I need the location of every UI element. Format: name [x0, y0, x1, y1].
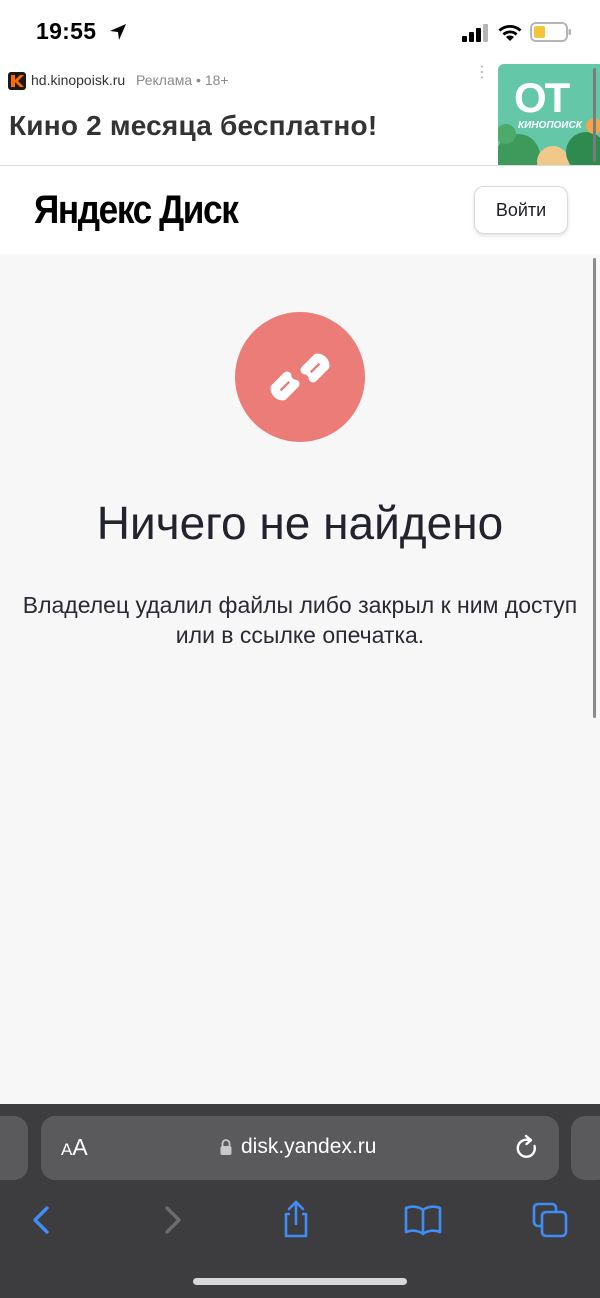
status-time: 19:55: [36, 18, 97, 44]
text-size-small-glyph: A: [61, 1140, 73, 1159]
lock-icon: [220, 1139, 232, 1155]
ad-domain: hd.kinopoisk.ru: [31, 72, 126, 88]
yandex-disk-logo[interactable]: Яндекс Диск: [34, 188, 239, 233]
status-bar: 19:55: [0, 0, 600, 64]
text-size-big-glyph: A: [72, 1134, 88, 1160]
error-description: Владелец удалил файлы либо закрыл к ним …: [22, 592, 578, 648]
tabs-icon[interactable]: [530, 1200, 570, 1240]
error-illustration: [235, 312, 365, 442]
ad-scrollbar: [593, 68, 596, 162]
battery-low-icon: [530, 22, 571, 42]
cellular-signal-icon: [462, 24, 488, 42]
bookmarks-icon[interactable]: [403, 1200, 443, 1240]
kinopoisk-favicon: [8, 72, 26, 90]
site-header: Яндекс Диск Войти: [0, 166, 600, 254]
share-icon[interactable]: [276, 1200, 316, 1240]
address-bar[interactable]: AA disk.yandex.ru: [41, 1116, 559, 1180]
browser-toolbar: AA disk.yandex.ru: [0, 1104, 600, 1298]
broken-link-icon: [270, 353, 330, 401]
url-text[interactable]: disk.yandex.ru: [241, 1135, 376, 1159]
home-indicator: [193, 1278, 407, 1285]
ad-image[interactable]: ОТ КИНОПОИСК: [498, 64, 600, 165]
more-vertical-icon[interactable]: ⋮: [474, 65, 490, 81]
ad-image-title: ОТ: [514, 74, 570, 121]
next-tab-preview[interactable]: [571, 1116, 600, 1180]
error-title: Ничего не найдено: [96, 497, 504, 549]
previous-tab-preview[interactable]: [0, 1116, 28, 1180]
text-size-button[interactable]: AA: [61, 1134, 88, 1161]
reload-icon[interactable]: [514, 1134, 540, 1162]
forward-icon[interactable]: [152, 1200, 192, 1240]
ad-label: Реклама • 18+: [136, 72, 229, 88]
ad-image-brand: КИНОПОИСК: [518, 120, 582, 131]
back-icon[interactable]: [22, 1200, 62, 1240]
wifi-icon: [498, 25, 522, 41]
location-arrow-icon: [110, 24, 126, 40]
login-button[interactable]: Войти: [474, 186, 568, 234]
ad-headline[interactable]: Кино 2 месяца бесплатно!: [9, 110, 377, 142]
page-scrollbar[interactable]: [593, 258, 596, 718]
ad-banner[interactable]: hd.kinopoisk.ru Реклама • 18+ ⋮ Кино 2 м…: [0, 64, 600, 166]
